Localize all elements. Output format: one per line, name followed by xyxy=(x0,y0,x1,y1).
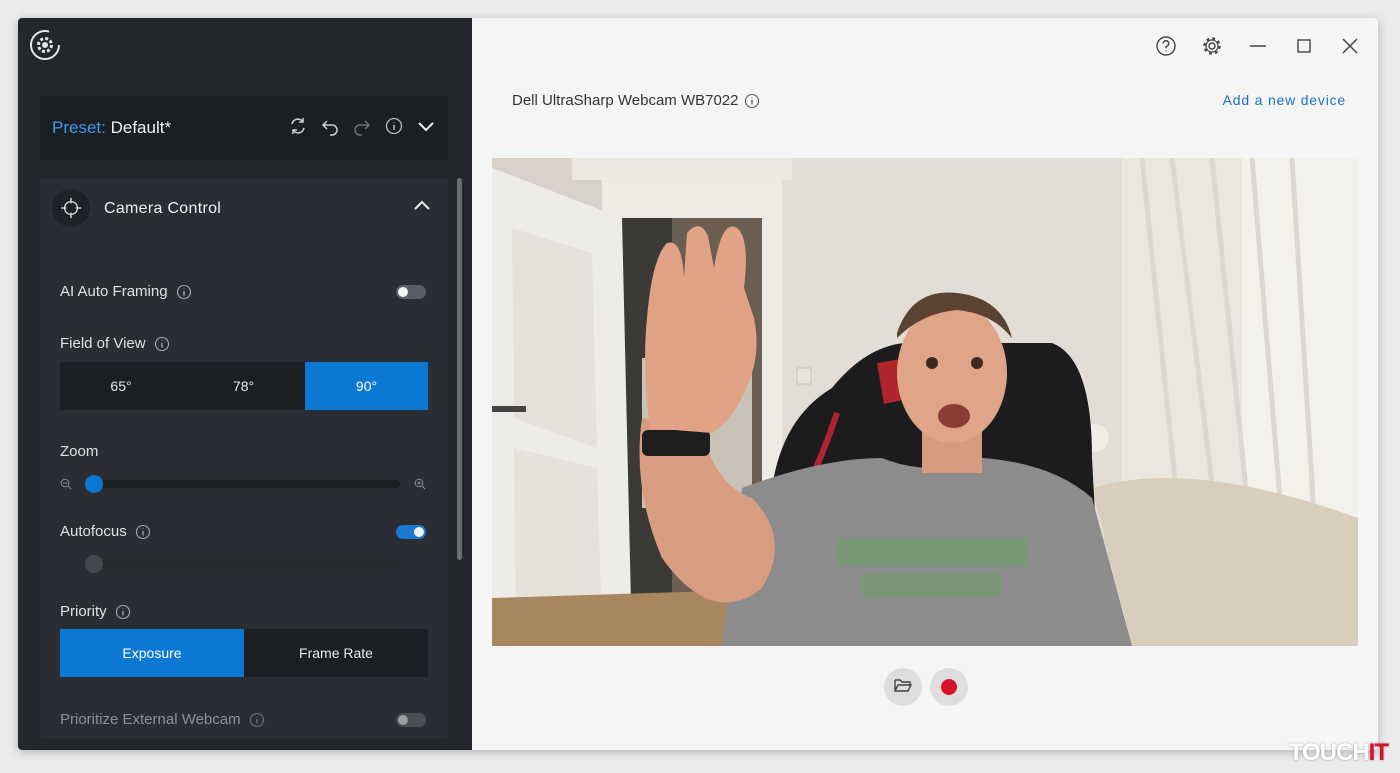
help-icon[interactable] xyxy=(1152,32,1180,60)
chevron-up-icon[interactable] xyxy=(412,196,432,221)
priority-option-frame-rate[interactable]: Frame Rate xyxy=(244,629,428,677)
priority-row: Priority xyxy=(60,603,131,620)
prioritize-external-toggle[interactable] xyxy=(396,713,426,727)
preset-bar[interactable]: Preset: Default* xyxy=(40,96,448,160)
zoom-out-icon[interactable] xyxy=(60,478,72,490)
zoom-label: Zoom xyxy=(60,443,99,460)
crosshair-icon xyxy=(52,189,90,227)
gear-icon[interactable] xyxy=(1198,32,1226,60)
info-icon[interactable] xyxy=(382,114,406,138)
field-of-view-label: Field of View xyxy=(60,335,146,352)
minimize-icon[interactable] xyxy=(1244,32,1272,60)
autofocus-label: Autofocus xyxy=(60,523,127,540)
priority-selector: Exposure Frame Rate xyxy=(60,629,428,677)
sync-icon[interactable] xyxy=(286,114,310,138)
close-icon[interactable] xyxy=(1336,32,1364,60)
focus-slider-track xyxy=(86,560,400,568)
add-device-link[interactable]: Add a new device xyxy=(1223,92,1346,108)
info-icon[interactable] xyxy=(115,604,131,620)
record-icon xyxy=(941,679,957,695)
app-logo-icon xyxy=(28,28,62,62)
ai-auto-framing-row: AI Auto Framing xyxy=(60,283,192,300)
redo-icon[interactable] xyxy=(350,114,374,138)
prioritize-external-label: Prioritize External Webcam xyxy=(60,711,241,728)
sidebar: Preset: Default* Camera Control AI Auto … xyxy=(18,18,472,750)
sidebar-scrollbar[interactable] xyxy=(457,178,462,560)
info-icon[interactable] xyxy=(744,93,760,109)
preset-key: Preset: xyxy=(52,118,106,137)
device-title: Dell UltraSharp Webcam WB7022 xyxy=(512,92,760,109)
main-panel: Dell UltraSharp Webcam WB7022 Add a new … xyxy=(472,18,1378,750)
chevron-down-icon[interactable] xyxy=(414,114,438,138)
preview-actions xyxy=(884,668,968,706)
camera-preview xyxy=(492,158,1358,646)
prioritize-external-row: Prioritize External Webcam xyxy=(60,711,265,728)
focus-slider-thumb xyxy=(85,555,103,573)
window-controls xyxy=(1152,32,1364,60)
zoom-slider-thumb[interactable] xyxy=(85,475,103,493)
info-icon[interactable] xyxy=(154,336,170,352)
maximize-icon[interactable] xyxy=(1290,32,1318,60)
info-icon[interactable] xyxy=(176,284,192,300)
device-name: Dell UltraSharp Webcam WB7022 xyxy=(512,92,739,109)
info-icon[interactable] xyxy=(135,524,151,540)
priority-label: Priority xyxy=(60,603,107,620)
folder-icon xyxy=(893,675,913,700)
autofocus-toggle[interactable] xyxy=(396,525,426,539)
watermark-accent: IT xyxy=(1368,739,1389,766)
preset-actions xyxy=(286,114,438,138)
watermark-main: TOUCH xyxy=(1288,739,1370,766)
zoom-row: Zoom xyxy=(60,443,98,460)
record-button[interactable] xyxy=(930,668,968,706)
priority-option-exposure[interactable]: Exposure xyxy=(60,629,244,677)
watermark-logo: TOUCHIT xyxy=(1288,739,1389,767)
undo-icon[interactable] xyxy=(318,114,342,138)
ai-auto-framing-label: AI Auto Framing xyxy=(60,283,168,300)
field-of-view-selector: 65° 78° 90° xyxy=(60,362,428,410)
section-title: Camera Control xyxy=(104,200,222,217)
webcam-feed-image xyxy=(492,158,1358,646)
autofocus-row: Autofocus xyxy=(60,523,151,540)
camera-control-section: Camera Control AI Auto Framing Field of … xyxy=(40,178,448,738)
zoom-slider-track[interactable] xyxy=(86,480,400,488)
ai-auto-framing-toggle[interactable] xyxy=(396,285,426,299)
camera-control-header[interactable]: Camera Control xyxy=(40,178,448,238)
preset-label: Preset: Default* xyxy=(52,118,171,138)
field-of-view-row: Field of View xyxy=(60,335,170,352)
open-folder-button[interactable] xyxy=(884,668,922,706)
app-window: Preset: Default* Camera Control AI Auto … xyxy=(18,18,1378,750)
fov-option-65[interactable]: 65° xyxy=(60,362,182,410)
fov-option-78[interactable]: 78° xyxy=(182,362,305,410)
fov-option-90[interactable]: 90° xyxy=(305,362,428,410)
info-icon[interactable] xyxy=(249,712,265,728)
zoom-in-icon[interactable] xyxy=(414,478,426,490)
preset-value: Default* xyxy=(110,118,172,137)
